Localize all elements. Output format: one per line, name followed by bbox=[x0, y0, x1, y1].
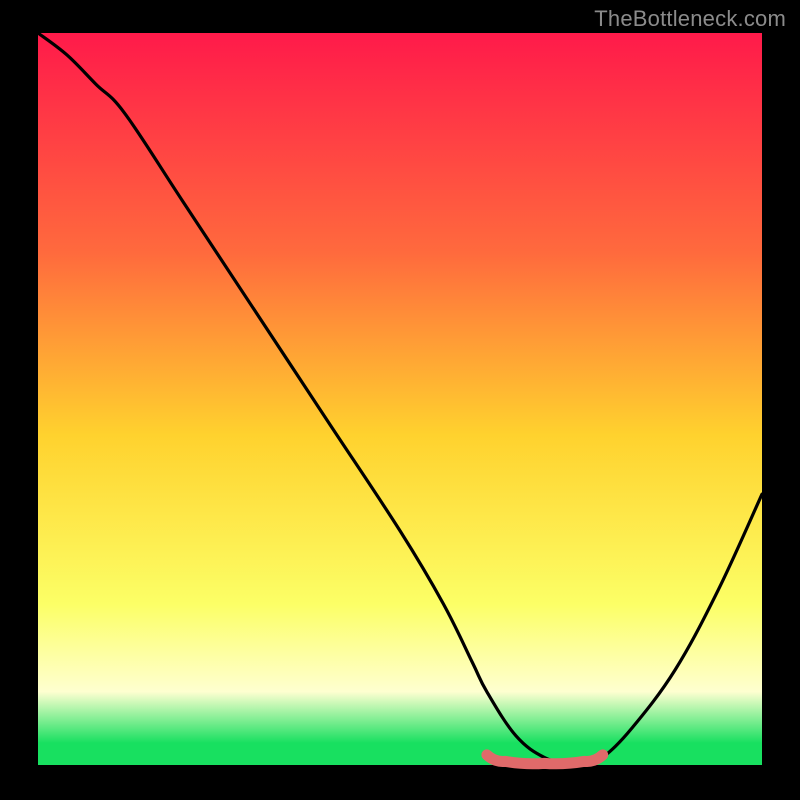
chart-frame: TheBottleneck.com bbox=[0, 0, 800, 800]
attribution-text: TheBottleneck.com bbox=[594, 6, 786, 32]
bottleneck-chart bbox=[0, 0, 800, 800]
